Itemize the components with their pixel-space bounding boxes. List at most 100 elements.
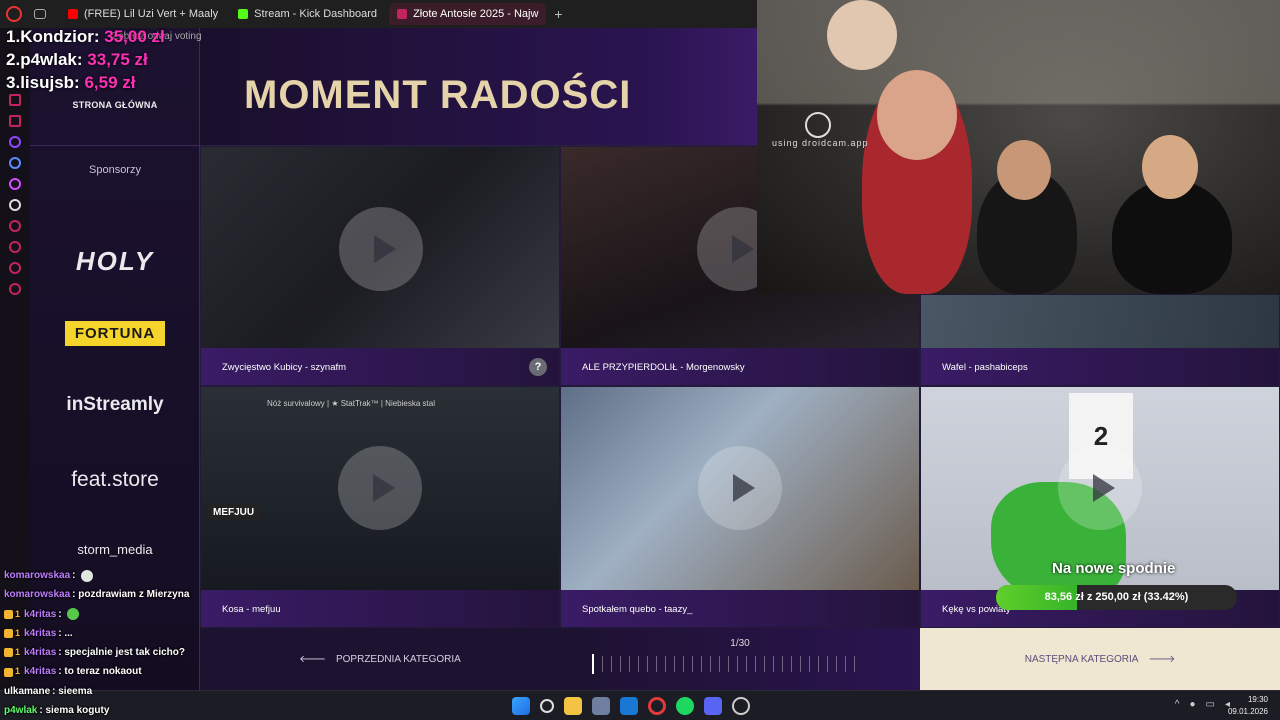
help-icon[interactable]: ?	[529, 358, 547, 376]
tab-label: Złote Antosie 2025 - Najw	[413, 8, 539, 20]
chat-username: p4wlak	[4, 705, 38, 717]
extensions-icon[interactable]	[9, 262, 21, 274]
chat-username: k4ritas	[24, 608, 57, 620]
system-tray: ^ ● ▭ ◂	[1175, 699, 1230, 710]
video-overlay-text: Nóż survivalowy | ★ StatTrak™ | Niebiesk…	[267, 399, 435, 408]
tab-label: (FREE) Lil Uzi Vert + Maaly	[84, 8, 219, 20]
network-icon[interactable]: ▭	[1206, 699, 1215, 710]
category-counter: 1/30	[730, 638, 750, 649]
opera-icon[interactable]	[648, 697, 666, 715]
nominee-tile[interactable]: Wafel - pashabiceps	[920, 294, 1280, 386]
sponsor-logo-holy[interactable]: HOLY	[30, 246, 200, 277]
category-title: MOMENT RADOŚCI	[244, 73, 632, 117]
clock-date: 09.01.2026	[1227, 707, 1268, 716]
rank-position: 2.	[6, 50, 21, 69]
settings-icon[interactable]	[9, 283, 21, 295]
subscriber-badge-icon	[4, 609, 13, 619]
sponsor-logo-instreamly[interactable]: inStreamly	[30, 394, 200, 416]
chat-text: : to teraz nokaout	[58, 666, 142, 678]
donation-ranking: 1.Kondzior: 35,00 zł 2.p4wlak: 33,75 zł …	[6, 25, 165, 94]
badge-count: 1	[15, 666, 21, 677]
category-header: MOMENT RADOŚCI	[200, 28, 757, 146]
chat-message: 1 k4ritas :	[4, 605, 264, 624]
chat-username: k4ritas	[24, 666, 57, 678]
arrow-right-icon: 🡒	[1148, 654, 1176, 665]
rank-amount: 35,00 zł	[104, 27, 165, 46]
donation-goal-bar: 83,56 zł z 250,00 zł (33.42%)	[996, 585, 1237, 610]
windows-start-icon[interactable]	[512, 697, 530, 715]
fortuna-label: FORTUNA	[64, 321, 166, 346]
badge-count: 1	[15, 627, 21, 638]
spotify-icon[interactable]	[676, 697, 694, 715]
donation-goal-title: Na nowe spodnie	[1052, 560, 1176, 577]
messenger-icon[interactable]	[9, 94, 21, 106]
rank-amount: 33,75 zł	[87, 50, 148, 69]
nominee-tile[interactable]: Zwycięstwo Kubicy - szynafm ?	[200, 146, 560, 386]
play-icon[interactable]	[1058, 446, 1142, 530]
rank-amount: 6,59 zł	[84, 73, 136, 92]
chat-text: : pozdrawiam z Mierzyna	[72, 589, 190, 601]
tab-label: Stream - Kick Dashboard	[254, 8, 378, 20]
tile-caption: Zwycięstwo Kubicy - szynafm	[201, 348, 559, 385]
tab-youtube[interactable]: (FREE) Lil Uzi Vert + Maaly	[60, 3, 226, 25]
tiktok-icon[interactable]	[9, 199, 21, 211]
steam-icon[interactable]	[732, 697, 750, 715]
music-icon[interactable]	[9, 115, 21, 127]
person-image	[1142, 135, 1198, 199]
category-slider[interactable]	[593, 656, 863, 672]
twitch-icon[interactable]	[9, 136, 21, 148]
youtube-icon	[68, 9, 78, 19]
play-icon[interactable]	[338, 446, 422, 530]
discord-icon[interactable]	[704, 697, 722, 715]
tile-caption: Wafel - pashabiceps	[921, 348, 1279, 385]
next-category-button[interactable]: NASTĘPNA KATEGORIA 🡒	[920, 628, 1280, 690]
taskbar-clock[interactable]: 19:30 09.01.2026	[1228, 694, 1268, 718]
chat-username: komarowskaa	[4, 570, 71, 581]
facebook-messenger-icon[interactable]	[9, 157, 21, 169]
sponsors-label: Sponsorzy	[89, 164, 141, 176]
chat-text: : ...	[58, 627, 73, 639]
rank-name: Kondzior:	[20, 27, 100, 46]
play-icon[interactable]	[339, 207, 423, 291]
clock-time: 19:30	[1247, 695, 1268, 704]
chat-message: 1 k4ritas : specjalnie jest tak cicho?	[4, 643, 264, 662]
droidcam-logo-icon	[805, 112, 831, 138]
chevron-up-icon[interactable]: ^	[1175, 699, 1180, 710]
play-icon[interactable]	[698, 446, 782, 530]
screen: (FREE) Lil Uzi Vert + Maaly Stream - Kic…	[0, 0, 1280, 720]
chat-text: : siema koguty	[39, 705, 110, 717]
rank-position: 1.	[6, 27, 21, 46]
browser-tab-bar: (FREE) Lil Uzi Vert + Maaly Stream - Kic…	[0, 0, 757, 28]
chat-message: 1 k4ritas : to teraz nokaout	[4, 662, 264, 681]
nominee-tile[interactable]: Spotkałem quebo - taazy_	[560, 386, 920, 628]
outlook-icon[interactable]	[620, 697, 638, 715]
opera-logo-icon[interactable]	[6, 6, 22, 22]
subscriber-badge-icon	[4, 648, 13, 658]
divider	[30, 145, 200, 146]
chat-message: komarowskaa :	[4, 566, 264, 585]
kick-icon	[238, 9, 249, 19]
sponsor-logo-featstore[interactable]: feat.store	[30, 468, 200, 492]
webcam-overlay: using droidcam.app	[757, 0, 1280, 294]
badge-count: 1	[15, 608, 21, 619]
chat-message: komarowskaa : pozdrawiam z Mierzyna	[4, 585, 264, 604]
instagram-icon[interactable]	[9, 178, 21, 190]
sponsor-logo-fortuna[interactable]: FORTUNA	[30, 321, 200, 346]
file-explorer-icon[interactable]	[564, 697, 582, 715]
tab-zlote-antosie[interactable]: Złote Antosie 2025 - Najw	[389, 3, 547, 25]
tab-overview-icon[interactable]	[34, 9, 46, 19]
chat-text: :	[72, 570, 76, 581]
sponsor-logo-storm-media[interactable]: storm_media	[30, 542, 200, 557]
tab-kick-dashboard[interactable]: Stream - Kick Dashboard	[230, 3, 385, 25]
player-icon[interactable]	[9, 220, 21, 232]
store-icon[interactable]	[592, 697, 610, 715]
home-link[interactable]: STRONA GŁÓWNA	[30, 100, 200, 110]
chat-username: komarowskaa	[4, 589, 71, 601]
search-icon[interactable]	[540, 699, 554, 713]
subscriber-badge-icon	[4, 629, 13, 639]
new-tab-button[interactable]: +	[554, 6, 562, 22]
microphone-icon[interactable]: ●	[1189, 699, 1195, 710]
chat-overlay: komarowskaa : komarowskaa : pozdrawiam z…	[4, 566, 264, 720]
history-icon[interactable]	[9, 241, 21, 253]
slider-handle[interactable]	[592, 654, 594, 674]
